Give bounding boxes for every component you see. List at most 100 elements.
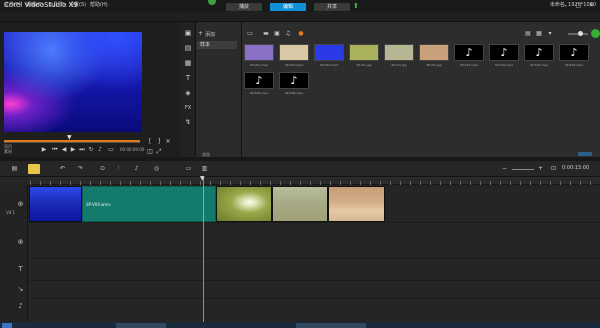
home-icon[interactable]: ⏮: [51, 146, 59, 154]
zoom-slider[interactable]: [512, 169, 534, 170]
fit-project-icon[interactable]: ⊡: [549, 165, 558, 173]
track-video-icon[interactable]: ⊕: [16, 200, 25, 209]
snapshot-icon[interactable]: ◫: [146, 148, 154, 156]
tab-share[interactable]: 共享: [314, 3, 350, 11]
play-icon[interactable]: ▶: [40, 146, 48, 154]
auto-music-icon[interactable]: ♪: [132, 165, 141, 173]
undo-icon[interactable]: ↶: [58, 165, 67, 173]
split-icon[interactable]: ✕: [164, 138, 172, 146]
mode-clip[interactable]: 素材: [4, 149, 12, 154]
ruler-tick: [130, 181, 131, 185]
show-audio-icon[interactable]: ♫: [284, 30, 292, 37]
ruler-tick: [210, 181, 211, 185]
media-thumb-video[interactable]: [314, 44, 344, 61]
audio-thumb-icon[interactable]: ♪: [244, 72, 274, 89]
timeline-view-button[interactable]: [28, 164, 40, 174]
storyboard-view-icon[interactable]: ▤: [10, 165, 19, 173]
upload-icon[interactable]: ⬆: [353, 2, 359, 10]
ruler-tick: [290, 181, 291, 185]
show-video-icon[interactable]: ▬: [262, 30, 270, 37]
sort-by-icon[interactable]: ▾: [546, 30, 554, 37]
audio-thumb-icon[interactable]: ♪: [524, 44, 554, 61]
start-button[interactable]: [2, 323, 12, 328]
motion-icon[interactable]: ◎: [152, 165, 161, 173]
track-divider: [28, 298, 600, 299]
list-view-icon[interactable]: ▤: [524, 30, 532, 37]
tab-edit[interactable]: 编辑: [270, 3, 306, 11]
mark-out-icon[interactable]: ]: [155, 138, 163, 146]
title-icon[interactable]: T: [183, 74, 193, 83]
clip-photo-desert[interactable]: [328, 186, 385, 222]
menu-edit[interactable]: 编辑(E): [26, 1, 43, 9]
split-screen-icon[interactable]: ▥: [200, 165, 209, 173]
enlarge-icon[interactable]: ⤢: [155, 148, 163, 156]
ruler-tick: [90, 181, 91, 185]
audio-thumb-icon[interactable]: ♪: [279, 72, 309, 89]
timeline-ruler[interactable]: [28, 177, 600, 185]
audio-thumb-icon[interactable]: ♪: [454, 44, 484, 61]
fx-icon[interactable]: FX: [183, 104, 193, 113]
ruler-tick: [530, 181, 531, 185]
ruler-tick: [540, 181, 541, 185]
instant-project-icon[interactable]: ▤: [183, 44, 193, 53]
subtitle-icon[interactable]: ▭: [184, 165, 193, 173]
repeat-icon[interactable]: ↻: [87, 146, 95, 154]
hd-icon[interactable]: ▭: [107, 146, 115, 154]
thumb-view-icon[interactable]: ▦: [535, 30, 543, 37]
tab-capture[interactable]: 捕获: [226, 3, 262, 11]
ruler-tick: [410, 181, 411, 185]
track-overlay-icon[interactable]: ⊕: [16, 238, 25, 247]
path-icon[interactable]: ↯: [183, 118, 193, 127]
track-music-icon[interactable]: ♪: [16, 302, 25, 311]
playhead-line: [203, 177, 204, 328]
ruler-tick: [70, 181, 71, 185]
media-thumb-image[interactable]: [419, 44, 449, 61]
ruler-tick: [330, 181, 331, 185]
thumb-size-knob[interactable]: [578, 31, 583, 36]
show-photo-icon[interactable]: ▣: [273, 30, 281, 37]
audio-thumb-icon[interactable]: ♪: [489, 44, 519, 61]
clip-video-blue[interactable]: [29, 186, 82, 222]
preview-window[interactable]: [4, 32, 142, 132]
import-icon[interactable]: ▭: [246, 30, 254, 37]
add-folder-label[interactable]: 添加: [205, 31, 215, 38]
redo-icon[interactable]: ↷: [76, 165, 85, 173]
media-icon[interactable]: ▣: [183, 29, 193, 38]
media-thumb-label: SP-V03.mp4: [319, 63, 339, 67]
track-divider: [28, 258, 600, 259]
zoom-in-icon[interactable]: +: [536, 165, 545, 173]
next-frame-icon[interactable]: ▶: [69, 146, 77, 154]
media-thumb-image[interactable]: [384, 44, 414, 61]
mixer-icon[interactable]: ⫶: [114, 165, 123, 173]
graphic-icon[interactable]: ◈: [183, 89, 193, 98]
audio-thumb-icon[interactable]: ♪: [559, 44, 589, 61]
menu-settings[interactable]: 设置(S): [69, 1, 86, 9]
taskbar-app[interactable]: [296, 323, 366, 328]
mark-in-icon[interactable]: [: [146, 138, 154, 146]
track-title-icon[interactable]: T: [16, 265, 25, 274]
media-thumb-video[interactable]: [279, 44, 309, 61]
prev-frame-icon[interactable]: ◀: [60, 146, 68, 154]
taskbar-app[interactable]: [116, 323, 166, 328]
media-thumb-video[interactable]: [244, 44, 274, 61]
zoom-out-icon[interactable]: −: [500, 165, 509, 173]
add-folder-icon[interactable]: +: [198, 30, 203, 37]
end-icon[interactable]: ⏭: [78, 146, 86, 154]
ruler-tick: [120, 181, 121, 185]
clip-photo-tree[interactable]: [272, 186, 328, 222]
folder-sample[interactable]: 样本: [197, 41, 237, 49]
menu-help[interactable]: 帮助(H): [90, 1, 108, 9]
record-icon[interactable]: ⊙: [98, 165, 107, 173]
menu-file[interactable]: 文件(F): [4, 1, 21, 9]
transition-icon[interactable]: ▦: [183, 59, 193, 68]
sort-icon[interactable]: ●: [297, 30, 305, 37]
scrub-handle[interactable]: ▼: [67, 135, 73, 141]
clip-photo-dandelion[interactable]: [216, 186, 272, 222]
ruler-tick: [360, 181, 361, 185]
options-icon[interactable]: [591, 29, 600, 38]
media-thumb-image[interactable]: [349, 44, 379, 61]
track-voice-icon[interactable]: ↘: [16, 285, 25, 294]
volume-icon[interactable]: ♪: [96, 146, 104, 154]
menu-tools[interactable]: 工具(T): [48, 1, 65, 9]
ruler-tick: [40, 181, 41, 185]
